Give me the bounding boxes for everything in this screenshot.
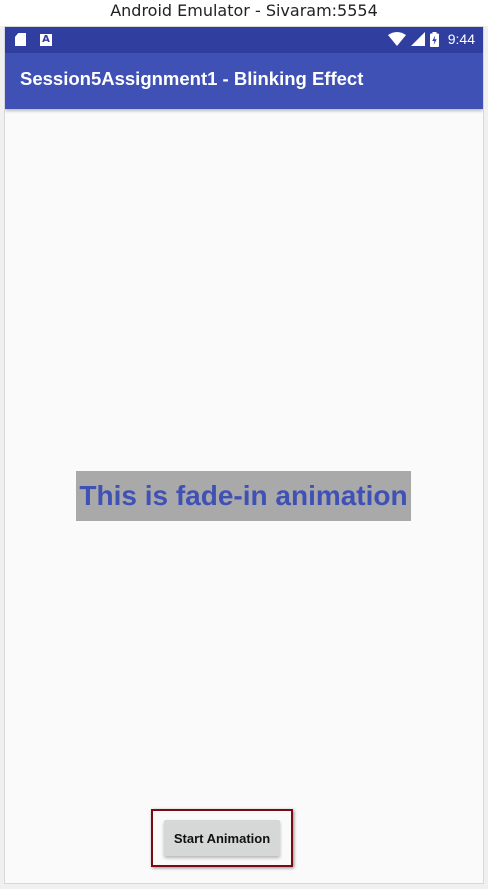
sd-card-icon	[15, 33, 26, 46]
emulator-window-title: Android Emulator - Sivaram:5554	[0, 0, 488, 26]
wifi-icon	[387, 32, 406, 46]
fade-in-animation-text: This is fade-in animation	[76, 471, 411, 521]
status-right-icons: 9:44	[387, 31, 475, 47]
main-content: This is fade-in animation Start Animatio…	[5, 109, 483, 883]
status-left-icons: A	[15, 33, 52, 46]
app-title: Session5Assignment1 - Blinking Effect	[20, 68, 364, 89]
device-screen: A 9:44 Session5Assignment1 - Blinking Ef…	[4, 26, 484, 884]
app-bar: Session5Assignment1 - Blinking Effect	[5, 53, 483, 109]
signal-icon	[410, 32, 425, 46]
a-notification-icon: A	[40, 34, 52, 46]
start-animation-button[interactable]: Start Animation	[164, 820, 280, 856]
battery-charging-icon	[429, 31, 439, 47]
status-bar: A 9:44	[5, 27, 483, 53]
status-clock: 9:44	[447, 31, 475, 47]
